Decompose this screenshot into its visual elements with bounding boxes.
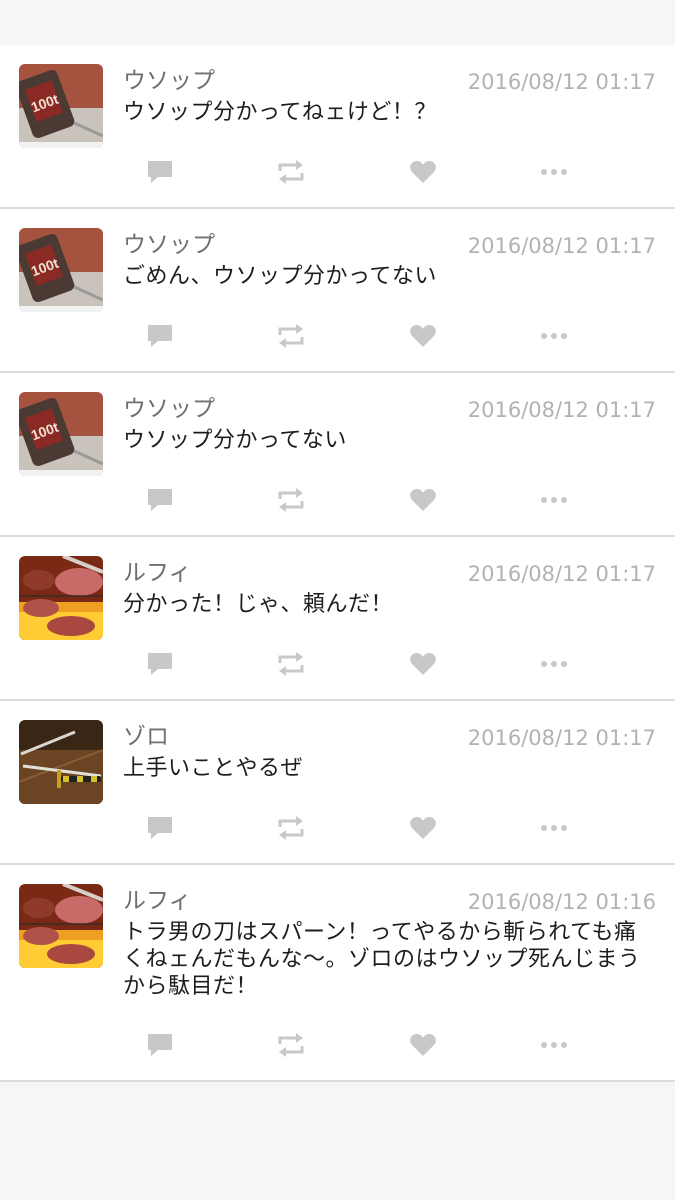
post[interactable]: ルフィ 2016/08/12 01:17 分かった！じゃ、頼んだ！ (0, 537, 675, 701)
more-icon (541, 661, 567, 667)
timeline-feed: 100t ウソップ 2016/08/12 01:17 ウソップ分かってねェけど！… (0, 45, 675, 1082)
reply-icon (148, 161, 172, 183)
reply-icon (148, 1034, 172, 1056)
reply-icon (148, 653, 172, 675)
reply-button[interactable] (140, 155, 180, 189)
avatar[interactable]: 100t (19, 228, 103, 312)
heart-icon (410, 653, 436, 675)
heart-icon (410, 817, 436, 839)
post[interactable]: 100t ウソップ 2016/08/12 01:17 ごめん、ウソップ分かってな… (0, 209, 675, 373)
post-text: ウソップ分かってねェけど！？ (123, 100, 437, 125)
post-text: 上手いことやるぜ (123, 756, 304, 781)
reply-button[interactable] (140, 811, 180, 845)
post[interactable]: ゾロ 2016/08/12 01:17 上手いことやるぜ (0, 701, 675, 865)
retweet-icon (278, 324, 304, 348)
retweet-button[interactable] (271, 647, 311, 681)
reply-icon (148, 325, 172, 347)
post-text: ごめん、ウソップ分かってない (123, 264, 437, 289)
like-button[interactable] (403, 811, 443, 845)
post-actions (0, 319, 675, 353)
heart-icon (410, 489, 436, 511)
post-timestamp: 2016/08/12 01:17 (467, 726, 656, 750)
post-timestamp: 2016/08/12 01:16 (467, 890, 656, 914)
more-button[interactable] (534, 647, 574, 681)
user-name[interactable]: ウソップ (123, 65, 215, 97)
heart-icon (410, 1034, 436, 1056)
retweet-button[interactable] (271, 155, 311, 189)
retweet-icon (278, 816, 304, 840)
post-actions (0, 483, 675, 517)
retweet-button[interactable] (271, 1028, 311, 1062)
heart-icon (410, 161, 436, 183)
avatar[interactable] (19, 884, 103, 968)
user-name[interactable]: ゾロ (123, 721, 169, 753)
more-button[interactable] (534, 483, 574, 517)
post-actions (0, 811, 675, 845)
post-text: 分かった！じゃ、頼んだ！ (123, 592, 394, 617)
reply-button[interactable] (140, 319, 180, 353)
like-button[interactable] (403, 319, 443, 353)
post[interactable]: ルフィ 2016/08/12 01:16 トラ男の刀はスパーン！ってやるから斬ら… (0, 865, 675, 1082)
more-icon (541, 825, 567, 831)
post-text: トラ男の刀はスパーン！ってやるから斬られても痛くねェんだもんな〜。ゾロのはウソッ… (123, 920, 641, 999)
more-icon (541, 1042, 567, 1048)
avatar[interactable] (19, 556, 103, 640)
post-actions (0, 155, 675, 189)
retweet-icon (278, 160, 304, 184)
post-text: ウソップ分かってない (123, 428, 347, 453)
heart-icon (410, 325, 436, 347)
post-timestamp: 2016/08/12 01:17 (467, 398, 656, 422)
post[interactable]: 100t ウソップ 2016/08/12 01:17 ウソップ分かってねェけど！… (0, 45, 675, 209)
user-name[interactable]: ルフィ (123, 557, 192, 589)
user-name[interactable]: ルフィ (123, 885, 192, 917)
post-timestamp: 2016/08/12 01:17 (467, 562, 656, 586)
avatar[interactable] (19, 720, 103, 804)
retweet-icon (278, 488, 304, 512)
like-button[interactable] (403, 155, 443, 189)
retweet-icon (278, 1033, 304, 1057)
retweet-icon (278, 652, 304, 676)
reply-button[interactable] (140, 1028, 180, 1062)
reply-button[interactable] (140, 483, 180, 517)
avatar[interactable]: 100t (19, 392, 103, 476)
retweet-button[interactable] (271, 483, 311, 517)
post[interactable]: 100t ウソップ 2016/08/12 01:17 ウソップ分かってない (0, 373, 675, 537)
avatar[interactable]: 100t (19, 64, 103, 148)
more-button[interactable] (534, 1028, 574, 1062)
post-actions (0, 647, 675, 681)
bottom-area (0, 1110, 675, 1200)
more-icon (541, 333, 567, 339)
more-icon (541, 497, 567, 503)
more-button[interactable] (534, 319, 574, 353)
more-button[interactable] (534, 811, 574, 845)
more-button[interactable] (534, 155, 574, 189)
retweet-button[interactable] (271, 319, 311, 353)
user-name[interactable]: ウソップ (123, 229, 215, 261)
retweet-button[interactable] (271, 811, 311, 845)
like-button[interactable] (403, 483, 443, 517)
reply-button[interactable] (140, 647, 180, 681)
more-icon (541, 169, 567, 175)
reply-icon (148, 817, 172, 839)
post-timestamp: 2016/08/12 01:17 (467, 70, 656, 94)
reply-icon (148, 489, 172, 511)
like-button[interactable] (403, 647, 443, 681)
like-button[interactable] (403, 1028, 443, 1062)
post-actions (0, 1028, 675, 1062)
user-name[interactable]: ウソップ (123, 393, 215, 425)
post-timestamp: 2016/08/12 01:17 (467, 234, 656, 258)
